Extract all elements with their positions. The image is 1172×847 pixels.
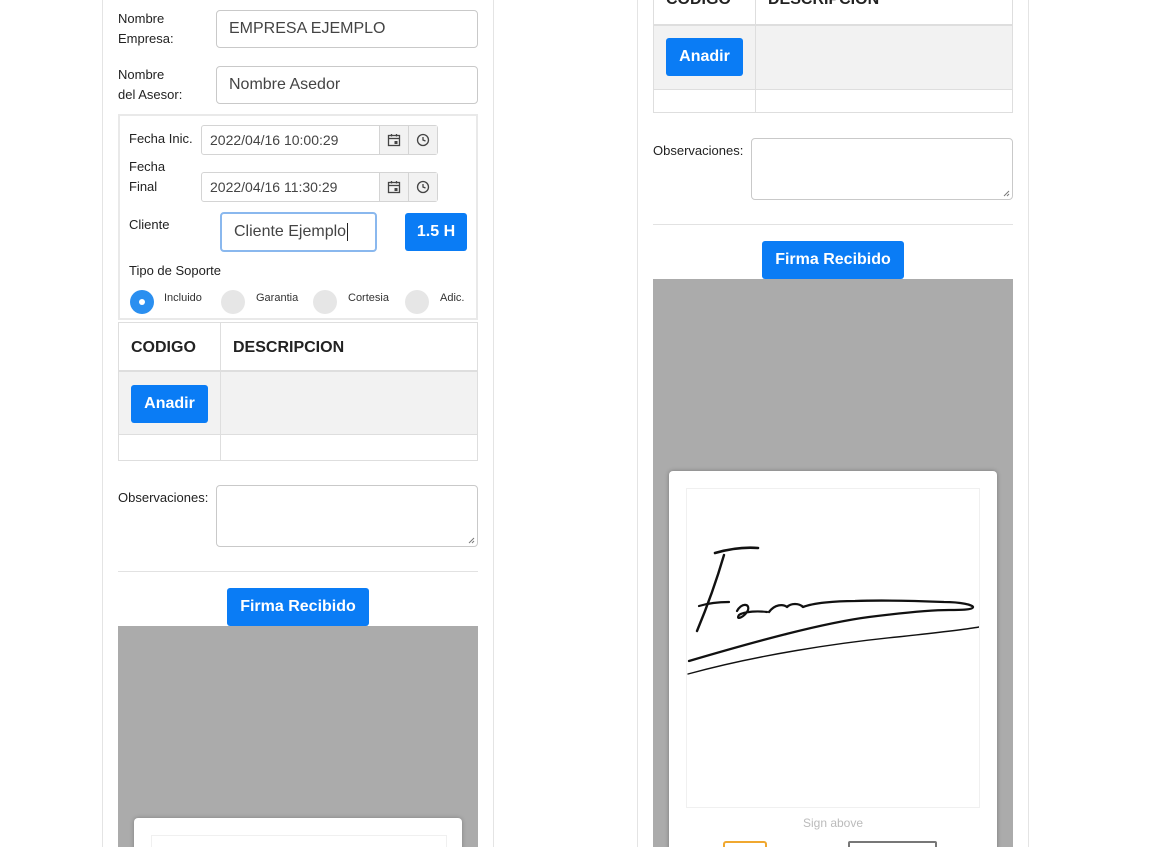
form-panel-right: CODIGO DESCRIPCION Anadir Observaciones:…	[637, 0, 1029, 847]
radio-adic[interactable]	[405, 290, 429, 314]
observaciones-label: Observaciones:	[653, 143, 744, 158]
save-signature-button[interactable]	[848, 841, 937, 847]
th-codigo: CODIGO	[131, 339, 196, 356]
divider	[653, 224, 1013, 225]
radio-cortesia[interactable]	[313, 290, 337, 314]
add-item-button[interactable]: Anadir	[666, 38, 743, 76]
empresa-input[interactable]: EMPRESA EJEMPLO	[216, 10, 478, 48]
add-item-button[interactable]: Anadir	[131, 385, 208, 423]
resize-handle-icon[interactable]	[468, 537, 475, 544]
fecha-final-label: Fecha Final	[129, 159, 166, 194]
observaciones-textarea[interactable]	[216, 485, 478, 547]
radio-label-incluido: Incluido	[164, 292, 202, 304]
resize-handle-icon[interactable]	[1003, 190, 1010, 197]
fecha-final-value: 2022/04/16 11:30:29	[210, 179, 338, 195]
radio-incluido[interactable]	[130, 290, 154, 314]
clock-icon[interactable]	[408, 173, 437, 201]
radio-label-cortesia: Cortesia	[348, 292, 389, 304]
text-cursor	[347, 223, 349, 241]
cliente-label: Cliente	[129, 217, 170, 232]
fecha-inic-picker[interactable]: 2022/04/16 10:00:29	[201, 125, 438, 155]
empresa-label: Nombre Empresa:	[118, 11, 174, 46]
signature-pad-card	[134, 818, 462, 847]
signature-drawing	[687, 546, 979, 675]
signature-area: Sign above	[653, 279, 1013, 847]
observaciones-label: Observaciones:	[118, 490, 209, 505]
fecha-inic-value: 2022/04/16 10:00:29	[210, 132, 339, 148]
firma-recibido-button[interactable]: Firma Recibido	[227, 588, 369, 626]
fecha-final-picker[interactable]: 2022/04/16 11:30:29	[201, 172, 438, 202]
cliente-input[interactable]: Cliente Ejemplo	[220, 212, 377, 252]
divider	[118, 571, 478, 572]
clear-signature-button[interactable]	[723, 841, 767, 847]
signature-canvas[interactable]	[151, 835, 447, 847]
radio-label-adic: Adic.	[440, 292, 465, 304]
signature-pad-card: Sign above	[669, 471, 997, 847]
signature-canvas[interactable]	[686, 488, 980, 808]
asesor-label: Nombre del Asesor:	[118, 67, 183, 102]
form-panel-left: Nombre Empresa: EMPRESA EJEMPLO Nombre d…	[102, 0, 494, 847]
th-descripcion: DESCRIPCION	[233, 339, 345, 356]
tipo-soporte-label: Tipo de Soporte	[129, 263, 222, 278]
radio-garantia[interactable]	[221, 290, 245, 314]
th-descripcion: DESCRIPCION	[768, 0, 879, 9]
fecha-inic-label: Fecha Inic.	[129, 131, 193, 146]
radio-label-garantia: Garantia	[256, 292, 299, 304]
column-divider	[755, 0, 756, 112]
sign-above-hint: Sign above	[802, 816, 864, 830]
th-codigo: CODIGO	[666, 0, 731, 9]
calendar-icon[interactable]	[379, 173, 408, 201]
calendar-icon[interactable]	[379, 126, 408, 154]
hours-badge[interactable]: 1.5 H	[405, 213, 467, 251]
signature-area	[118, 626, 478, 847]
clock-icon[interactable]	[408, 126, 437, 154]
observaciones-textarea[interactable]	[751, 138, 1013, 200]
asesor-input[interactable]: Nombre Asedor	[216, 66, 478, 104]
firma-recibido-button[interactable]: Firma Recibido	[762, 241, 904, 279]
column-divider	[220, 323, 221, 460]
